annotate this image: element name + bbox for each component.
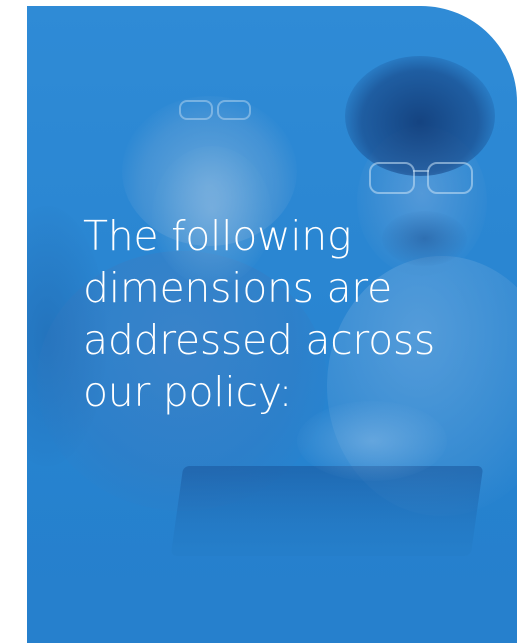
headline-text: The following dimensions are addressed a… <box>83 212 435 416</box>
eyeglasses-icon <box>365 156 485 196</box>
bottom-fade <box>27 473 517 643</box>
page: The following dimensions are addressed a… <box>0 0 517 643</box>
hero-card: The following dimensions are addressed a… <box>27 6 517 643</box>
sunglasses-icon <box>175 98 253 120</box>
